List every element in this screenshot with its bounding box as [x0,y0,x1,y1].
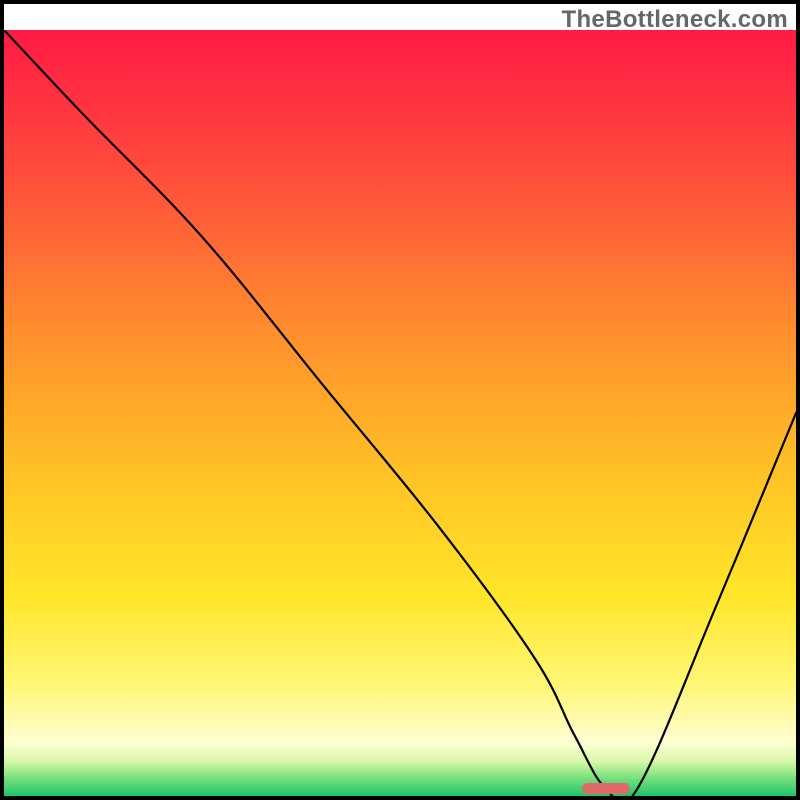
plot-area [4,30,796,796]
optimal-range-pill [582,783,630,794]
chart-frame: TheBottleneck.com [0,0,800,800]
watermark-text: TheBottleneck.com [562,6,788,34]
background-gradient [4,30,796,796]
chart-svg [4,30,796,796]
